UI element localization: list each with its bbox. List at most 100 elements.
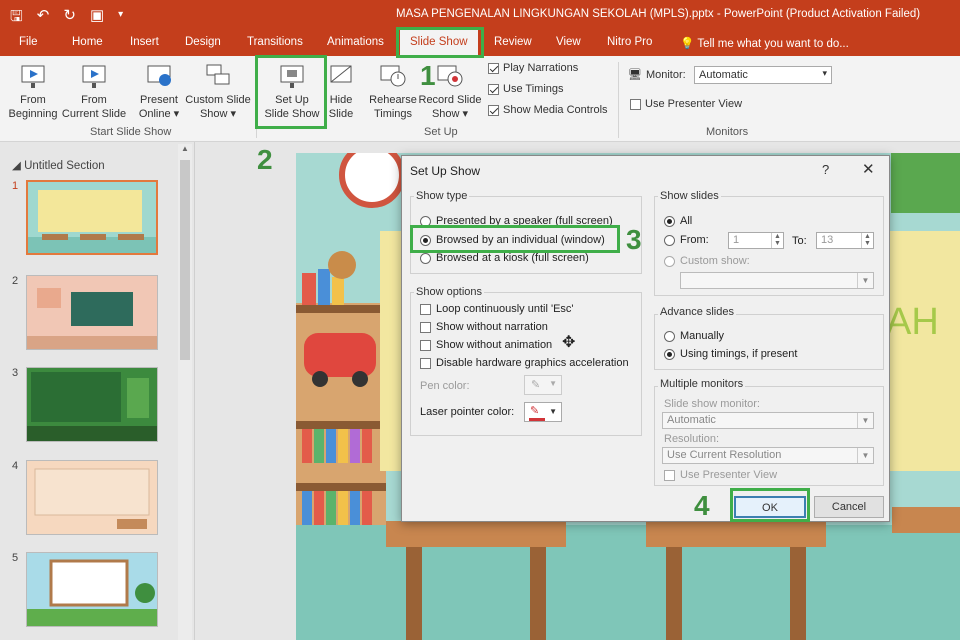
loop-continuously-checkbox[interactable]: Loop continuously until 'Esc' bbox=[420, 303, 574, 315]
without-narration-checkbox[interactable]: Show without narration bbox=[420, 321, 548, 333]
custom-show-select[interactable]: ▼ bbox=[680, 272, 874, 289]
tell-me-box[interactable]: 💡 Tell me what you want to do... bbox=[680, 36, 849, 50]
show-options-legend: Show options bbox=[414, 286, 485, 298]
rehearse-timings-button[interactable]: Rehearse Timings bbox=[366, 62, 420, 121]
play-narrations-checkbox[interactable]: Play Narrations bbox=[488, 62, 578, 74]
resolution-label: Resolution: bbox=[664, 433, 720, 445]
custom-slide-show-button[interactable]: Custom Slide Show ▾ bbox=[184, 62, 252, 121]
resolution-select[interactable]: Use Current Resolution ▼ bbox=[662, 447, 874, 464]
spin-arrows-icon[interactable]: ▲ ▼ bbox=[861, 233, 873, 248]
tab-design[interactable]: Design bbox=[185, 36, 221, 48]
use-presenter-view-label: Use Presenter View bbox=[645, 98, 743, 110]
move-cursor-icon: ✥ bbox=[562, 334, 576, 351]
checkbox-box bbox=[488, 104, 499, 116]
show-media-controls-label: Show Media Controls bbox=[503, 104, 608, 116]
tab-home[interactable]: Home bbox=[72, 36, 103, 48]
scrollbar-thumb[interactable] bbox=[180, 160, 190, 360]
slide-number: 2 bbox=[12, 275, 19, 287]
slide-thumbnail-4[interactable] bbox=[26, 460, 158, 535]
from-value: 1 bbox=[733, 234, 740, 246]
laser-pointer-color-picker[interactable]: ✎ ▼ bbox=[524, 402, 562, 422]
slide-thumbnail-1[interactable] bbox=[26, 180, 158, 255]
hide-slide-button[interactable]: Hide Slide bbox=[324, 62, 358, 121]
undo-icon[interactable]: ↶ bbox=[37, 6, 50, 31]
present-icon[interactable]: ▣ bbox=[90, 6, 104, 31]
slide-thumbnails-pane: ◢ Untitled Section 1 2 3 4 5 ▲ bbox=[0, 142, 195, 640]
thumbnails-scrollbar[interactable]: ▲ bbox=[178, 144, 192, 640]
record-icon bbox=[437, 65, 463, 87]
presenter-view-label: Use Presenter View bbox=[680, 469, 778, 481]
radio-circle bbox=[664, 330, 675, 342]
title-bar: 🖫 ↶ ↻ ▣ ▾ MASA PENGENALAN LINGKUNGAN SEK… bbox=[0, 0, 960, 30]
tab-insert[interactable]: Insert bbox=[130, 36, 159, 48]
use-timings-checkbox[interactable]: Use Timings bbox=[488, 83, 564, 95]
browsed-kiosk-radio[interactable]: Browsed at a kiosk (full screen) bbox=[420, 252, 589, 264]
slide-thumbnail-3[interactable] bbox=[26, 367, 158, 442]
to-label: To: bbox=[792, 235, 807, 247]
from-slide-input[interactable]: 1 ▲ ▼ bbox=[728, 232, 784, 249]
slide-3-preview bbox=[27, 368, 157, 441]
show-slides-legend: Show slides bbox=[658, 190, 721, 202]
play-from-current-icon bbox=[82, 65, 106, 88]
scroll-up-icon[interactable]: ▲ bbox=[178, 144, 192, 156]
use-presenter-view-dialog-checkbox[interactable]: Use Presenter View bbox=[664, 469, 777, 481]
from-slide-radio[interactable]: From: bbox=[664, 234, 709, 246]
from-current-slide-button[interactable]: From Current Slide bbox=[60, 62, 128, 121]
from-beginning-button[interactable]: From Beginning bbox=[4, 62, 62, 121]
use-timings-label: Use Timings bbox=[503, 83, 564, 95]
play-narrations-label: Play Narrations bbox=[503, 62, 579, 74]
cancel-button[interactable]: Cancel bbox=[814, 496, 884, 518]
collapse-triangle-icon: ◢ bbox=[12, 160, 21, 172]
tab-review[interactable]: Review bbox=[494, 36, 532, 48]
help-icon[interactable]: ? bbox=[822, 162, 829, 177]
close-icon[interactable]: ✕ bbox=[862, 160, 875, 178]
tab-transitions[interactable]: Transitions bbox=[247, 36, 303, 48]
advance-manually-radio[interactable]: Manually bbox=[664, 330, 724, 342]
all-slides-radio[interactable]: All bbox=[664, 215, 692, 227]
tab-file[interactable]: File bbox=[19, 36, 38, 48]
slide-thumbnail-2[interactable] bbox=[26, 275, 158, 350]
slide-show-monitor-select[interactable]: Automatic ▼ bbox=[662, 412, 874, 429]
section-title[interactable]: ◢ Untitled Section bbox=[12, 158, 105, 172]
lightbulb-icon: 💡 bbox=[680, 38, 695, 50]
chevron-down-icon: ▼ bbox=[857, 448, 873, 463]
disable-hardware-acceleration-checkbox[interactable]: Disable hardware graphics acceleration bbox=[420, 357, 629, 369]
step-number: 4 bbox=[694, 490, 710, 521]
without-animation-checkbox[interactable]: Show without animation bbox=[420, 339, 552, 351]
advance-using-timings-radio[interactable]: Using timings, if present bbox=[664, 348, 797, 360]
present-online-line2: Online ▾ bbox=[138, 108, 180, 120]
monitor-icon: 🖥 bbox=[628, 69, 642, 81]
without-animation-label: Show without animation bbox=[436, 339, 553, 351]
laser-pointer-icon: ✎ bbox=[530, 405, 540, 417]
use-presenter-view-checkbox[interactable]: Use Presenter View bbox=[630, 98, 742, 110]
resolution-value: Use Current Resolution bbox=[667, 449, 782, 461]
save-icon[interactable]: 🖫 bbox=[10, 6, 23, 31]
chevron-down-icon: ▾ bbox=[822, 68, 827, 78]
checkbox-box bbox=[664, 469, 675, 481]
monitor-select[interactable]: Automatic ▾ bbox=[694, 66, 832, 84]
checkbox-box bbox=[488, 83, 499, 95]
slide-number: 5 bbox=[12, 552, 19, 564]
tab-animations[interactable]: Animations bbox=[327, 36, 384, 48]
slide-number: 1 bbox=[12, 180, 19, 192]
slide-thumbnail-5[interactable] bbox=[26, 552, 158, 627]
customize-qat-icon[interactable]: ▾ bbox=[118, 9, 123, 31]
set-up-show-dialog: Set Up Show ? ✕ Show type Presented by a… bbox=[401, 155, 890, 522]
present-online-icon bbox=[147, 65, 171, 86]
redo-icon[interactable]: ↻ bbox=[63, 6, 76, 31]
disable-hw-label: Disable hardware graphics acceleration bbox=[436, 357, 629, 369]
pen-color-picker[interactable]: ✎ ▼ bbox=[524, 375, 562, 395]
present-online-button[interactable]: Present Online ▾ bbox=[134, 62, 184, 121]
tab-nitro-pro[interactable]: Nitro Pro bbox=[607, 36, 652, 48]
slide-5-preview bbox=[27, 553, 157, 626]
step-number: 3 bbox=[626, 224, 642, 255]
checkbox-box bbox=[420, 339, 431, 351]
checkbox-box bbox=[420, 303, 431, 315]
slide-show-monitor-label: Slide show monitor: bbox=[664, 398, 760, 410]
show-media-controls-checkbox[interactable]: Show Media Controls bbox=[488, 104, 608, 116]
group-monitors: Monitors bbox=[706, 126, 749, 138]
to-slide-input[interactable]: 13 ▲ ▼ bbox=[816, 232, 874, 249]
custom-show-radio[interactable]: Custom show: bbox=[664, 255, 750, 267]
spin-arrows-icon[interactable]: ▲ ▼ bbox=[771, 233, 783, 248]
tab-view[interactable]: View bbox=[556, 36, 581, 48]
